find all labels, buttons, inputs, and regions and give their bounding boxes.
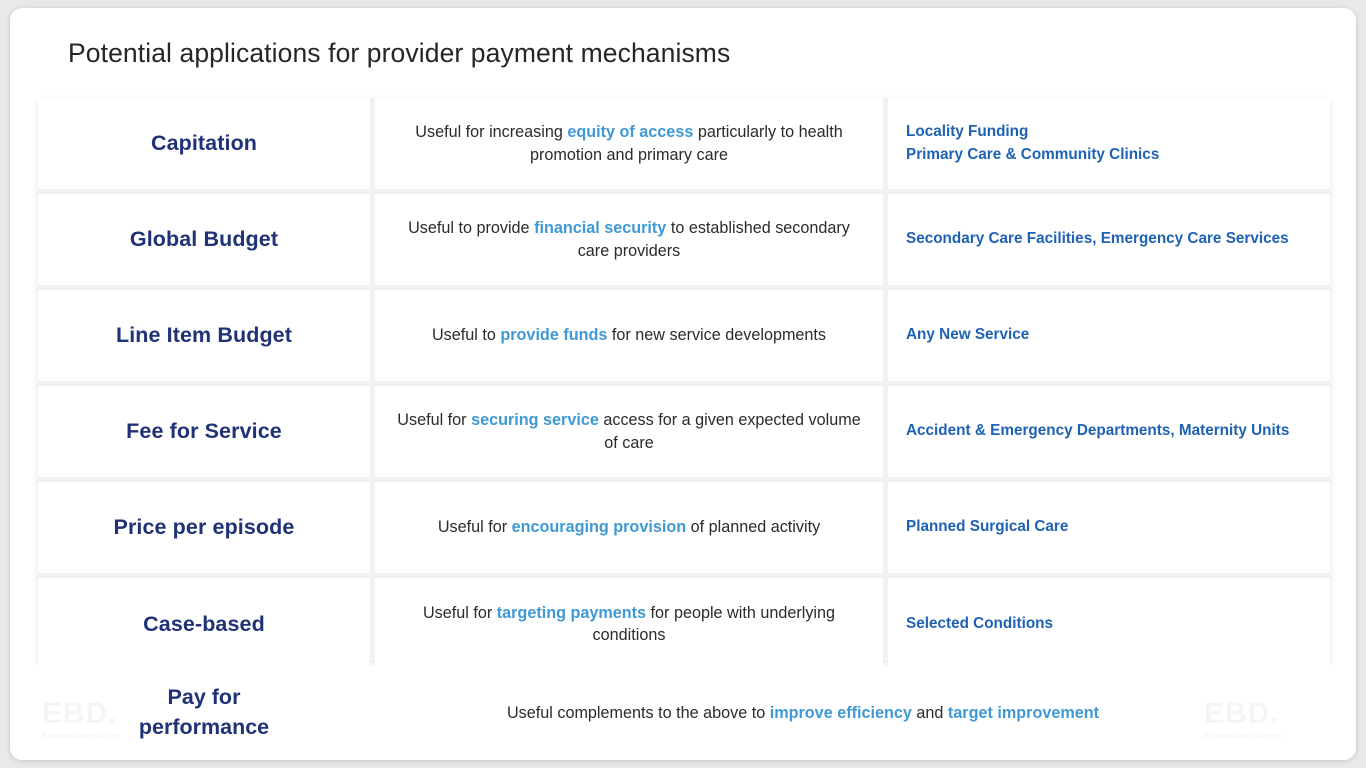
description-pre: Useful to provide <box>408 219 535 238</box>
application-line: Any New Service <box>906 326 1030 344</box>
description-highlight: financial security <box>534 219 667 238</box>
application-line: Planned Surgical Care <box>906 518 1069 536</box>
p4p-desc-mid: and <box>911 703 948 722</box>
table-row: Capitation Useful for increasing equity o… <box>38 98 1330 189</box>
application-text: Any New Service <box>906 324 1029 346</box>
description-highlight: equity of access <box>567 123 694 142</box>
p4p-desc-pre: Useful complements to the above to <box>506 703 770 722</box>
slide-root: Potential applications for provider paym… <box>0 0 1366 768</box>
description-post: of planned activity <box>686 518 821 537</box>
application-line: Secondary Care Facilities, Emergency Car… <box>906 230 1289 248</box>
mechanism-description-cell: Useful to provide funds for new service … <box>375 290 883 381</box>
mechanism-name-cell: Price per episode <box>38 482 370 573</box>
description-highlight: targeting payments <box>496 603 647 622</box>
mechanism-name-cell: Case-based <box>38 578 370 670</box>
mechanism-description-cell: Useful for increasing equity of access p… <box>375 98 883 189</box>
pay-for-performance-row: Pay for performance Useful complements t… <box>10 666 1356 760</box>
application-cell: Secondary Care Facilities, Emergency Car… <box>888 194 1330 285</box>
table-row: Price per episode Useful for encouraging … <box>38 482 1330 573</box>
application-cell: Accident & Emergency Departments, Matern… <box>888 386 1330 477</box>
application-line: Locality Funding <box>906 123 1029 141</box>
application-line: Selected Conditions <box>906 614 1054 632</box>
watermark-tagline: EconomicsByDesign <box>1204 731 1283 740</box>
description-highlight: securing service <box>471 411 599 430</box>
application-text: Locality Funding Primary Care & Community… <box>906 121 1159 165</box>
description-pre: Useful for <box>422 603 497 622</box>
description-text: Useful for increasing equity of access p… <box>393 121 865 166</box>
application-line: Primary Care & Community Clinics <box>906 145 1160 163</box>
watermark-logo-right: EBD. EconomicsByDesign <box>1204 697 1314 741</box>
mechanism-description-cell: Useful for securing service access for a… <box>375 386 883 477</box>
p4p-line-1: Pay for <box>167 685 241 710</box>
application-cell: Locality Funding Primary Care & Community… <box>888 98 1330 189</box>
application-cell: Any New Service <box>888 290 1330 381</box>
description-text: Useful to provide funds for new service … <box>432 324 826 346</box>
description-pre: Useful for increasing <box>415 123 568 142</box>
description-post: access for a given expected volume of ca… <box>598 411 861 452</box>
description-text: Useful for targeting payments for people… <box>393 602 865 647</box>
table-row: Line Item Budget Useful to provide funds … <box>38 290 1330 381</box>
application-text: Planned Surgical Care <box>906 516 1068 538</box>
mechanism-name-cell: Capitation <box>38 98 370 189</box>
watermark-tagline: EconomicsByDesign <box>42 731 121 740</box>
description-pre: Useful for <box>437 518 512 537</box>
p4p-desc-highlight-2: target improvement <box>947 703 1100 722</box>
mechanism-name-cell: Fee for Service <box>38 386 370 477</box>
mechanism-description-cell: Useful for targeting payments for people… <box>375 578 883 670</box>
application-text: Accident & Emergency Departments, Matern… <box>906 420 1289 442</box>
page-title: Potential applications for provider paym… <box>68 38 731 68</box>
description-highlight: encouraging provision <box>511 518 687 537</box>
slide-card: Potential applications for provider paym… <box>10 8 1356 760</box>
mechanism-description-cell: Useful to provide financial security to … <box>375 194 883 285</box>
description-highlight: provide funds <box>500 326 608 345</box>
description-pre: Useful for <box>397 411 472 430</box>
mechanism-name-cell: Global Budget <box>38 194 370 285</box>
table-row: Fee for Service Useful for securing servi… <box>38 386 1330 477</box>
watermark-logo-left: EBD. EconomicsByDesign <box>42 697 152 741</box>
description-text: Useful for encouraging provision of plan… <box>438 516 820 538</box>
application-text: Selected Conditions <box>906 613 1053 635</box>
application-text: Secondary Care Facilities, Emergency Car… <box>906 228 1289 250</box>
table-row: Case-based Useful for targeting payments … <box>38 578 1330 670</box>
payment-mechanisms-table: Capitation Useful for increasing equity o… <box>38 98 1330 670</box>
p4p-desc-highlight-1: improve efficiency <box>769 703 912 722</box>
description-pre: Useful to <box>431 326 501 345</box>
description-text: Useful to provide financial security to … <box>393 217 865 262</box>
application-line: Accident & Emergency Departments, Matern… <box>906 422 1290 440</box>
watermark-wordmark: EBD. <box>1204 697 1280 730</box>
application-cell: Planned Surgical Care <box>888 482 1330 573</box>
mechanism-name-cell: Line Item Budget <box>38 290 370 381</box>
mechanism-description-cell: Useful for encouraging provision of plan… <box>375 482 883 573</box>
description-text: Useful for securing service access for a… <box>393 409 865 454</box>
watermark-wordmark: EBD. <box>42 697 118 730</box>
description-post: for new service developments <box>607 326 827 345</box>
p4p-line-2: performance <box>138 715 270 739</box>
application-cell: Selected Conditions <box>888 578 1330 670</box>
table-row: Global Budget Useful to provide financial… <box>38 194 1330 285</box>
